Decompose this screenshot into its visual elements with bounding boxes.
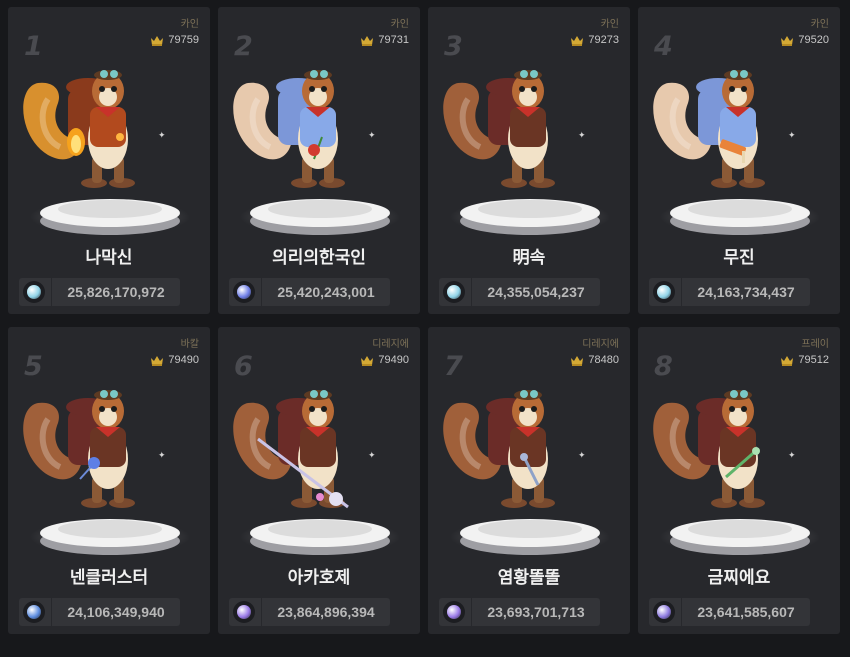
character-name[interactable]: 아카호제: [218, 563, 420, 588]
gem-icon: [443, 281, 465, 303]
ranking-card[interactable]: 5 바칼 79490 ✦ 넨클러스터 24,106,349,940: [8, 327, 210, 634]
character-portrait[interactable]: [638, 47, 840, 243]
score-line: 79759: [150, 34, 199, 46]
gem: [657, 285, 671, 299]
gem-icon: [23, 601, 45, 623]
sparkle-icon: ✦: [368, 450, 376, 460]
combat-power: 25,420,243,001: [229, 278, 390, 306]
ranking-card[interactable]: 4 카인 79520 ✦ 무진 24,163,734,437: [638, 7, 840, 314]
gem-icon: [23, 281, 45, 303]
gem-icon: [233, 281, 255, 303]
character-portrait[interactable]: [428, 367, 630, 563]
score-line: 79273: [570, 34, 619, 46]
server-name: 카인: [180, 19, 199, 30]
character-name[interactable]: 염황똘똘: [428, 563, 630, 588]
power-value: 24,355,054,237: [487, 284, 585, 300]
combat-power: 24,106,349,940: [19, 598, 180, 626]
character-portrait[interactable]: [8, 47, 210, 243]
score-value: 79759: [168, 34, 199, 46]
power-value: 23,864,896,394: [277, 604, 375, 620]
ranking-card[interactable]: 6 디레지에 79490 ✦ 아카호제 23,864,896,394: [218, 327, 420, 634]
character-name[interactable]: 明속: [428, 243, 630, 268]
score-line: 79731: [360, 34, 409, 46]
ranking-card[interactable]: 1 카인 79759 ✦ 나막신 25,826,170,972: [8, 7, 210, 314]
combat-power: 23,693,701,713: [439, 598, 600, 626]
gem-icon: [443, 601, 465, 623]
character-portrait[interactable]: [8, 367, 210, 563]
character-portrait[interactable]: [218, 367, 420, 563]
server-name: 카인: [600, 19, 619, 30]
crown-icon: [361, 355, 374, 366]
crown-icon: [361, 35, 374, 46]
server-name: 카인: [390, 19, 409, 30]
score-value: 79273: [588, 34, 619, 46]
score-line: 79520: [780, 34, 829, 46]
score-value: 79512: [798, 354, 829, 366]
crown-icon: [781, 35, 794, 46]
crown-icon: [151, 355, 164, 366]
power-value: 25,420,243,001: [277, 284, 375, 300]
character-portrait[interactable]: [638, 367, 840, 563]
combat-power: 25,826,170,972: [19, 278, 180, 306]
score-line: 78480: [570, 354, 619, 366]
server-name: 프레이: [801, 339, 829, 350]
character-name[interactable]: 금찌에요: [638, 563, 840, 588]
character-name[interactable]: 무진: [638, 243, 840, 268]
character-name[interactable]: 나막신: [8, 243, 210, 268]
crown-icon: [151, 35, 164, 46]
crown-icon: [571, 355, 584, 366]
power-value: 24,163,734,437: [697, 284, 795, 300]
score-line: 79490: [360, 354, 409, 366]
server-name: 카인: [810, 19, 829, 30]
score-value: 79731: [378, 34, 409, 46]
gem: [237, 605, 251, 619]
server-name: 디레지에: [582, 339, 619, 350]
gem-icon: [233, 601, 255, 623]
power-value: 23,693,701,713: [487, 604, 585, 620]
gem: [447, 605, 461, 619]
gem: [27, 285, 41, 299]
ranking-card[interactable]: 8 프레이 79512 ✦ 금찌에요 23,641,585,607: [638, 327, 840, 634]
character-portrait[interactable]: [218, 47, 420, 243]
server-name: 디레지에: [372, 339, 409, 350]
sparkle-icon: ✦: [788, 450, 796, 460]
crown-icon: [571, 35, 584, 46]
gem: [237, 285, 251, 299]
gem: [447, 285, 461, 299]
power-value: 25,826,170,972: [67, 284, 165, 300]
character-portrait[interactable]: [428, 47, 630, 243]
gem-icon: [653, 281, 675, 303]
server-name: 바칼: [180, 339, 199, 350]
gem: [657, 605, 671, 619]
power-value: 24,106,349,940: [67, 604, 165, 620]
combat-power: 24,355,054,237: [439, 278, 600, 306]
combat-power: 23,864,896,394: [229, 598, 390, 626]
crown-icon: [781, 355, 794, 366]
ranking-card[interactable]: 3 카인 79273 ✦ 明속 24,355,054,237: [428, 7, 630, 314]
sparkle-icon: ✦: [368, 130, 376, 140]
ranking-grid: 1 카인 79759 ✦ 나막신 25,826,170,972 2 카인 797…: [0, 0, 850, 657]
score-line: 79512: [780, 354, 829, 366]
sparkle-icon: ✦: [578, 130, 586, 140]
sparkle-icon: ✦: [158, 450, 166, 460]
ranking-card[interactable]: 7 디레지에 78480 ✦ 염황똘똘 23,693,701,713: [428, 327, 630, 634]
score-value: 79490: [168, 354, 199, 366]
sparkle-icon: ✦: [788, 130, 796, 140]
score-value: 79490: [378, 354, 409, 366]
character-name[interactable]: 의리의한국인: [218, 243, 420, 268]
combat-power: 23,641,585,607: [649, 598, 810, 626]
combat-power: 24,163,734,437: [649, 278, 810, 306]
score-value: 79520: [798, 34, 829, 46]
sparkle-icon: ✦: [158, 130, 166, 140]
gem-icon: [653, 601, 675, 623]
sparkle-icon: ✦: [578, 450, 586, 460]
ranking-card[interactable]: 2 카인 79731 ✦ 의리의한국인 25,420,243,001: [218, 7, 420, 314]
score-value: 78480: [588, 354, 619, 366]
power-value: 23,641,585,607: [697, 604, 795, 620]
score-line: 79490: [150, 354, 199, 366]
gem: [27, 605, 41, 619]
character-name[interactable]: 넨클러스터: [8, 563, 210, 588]
